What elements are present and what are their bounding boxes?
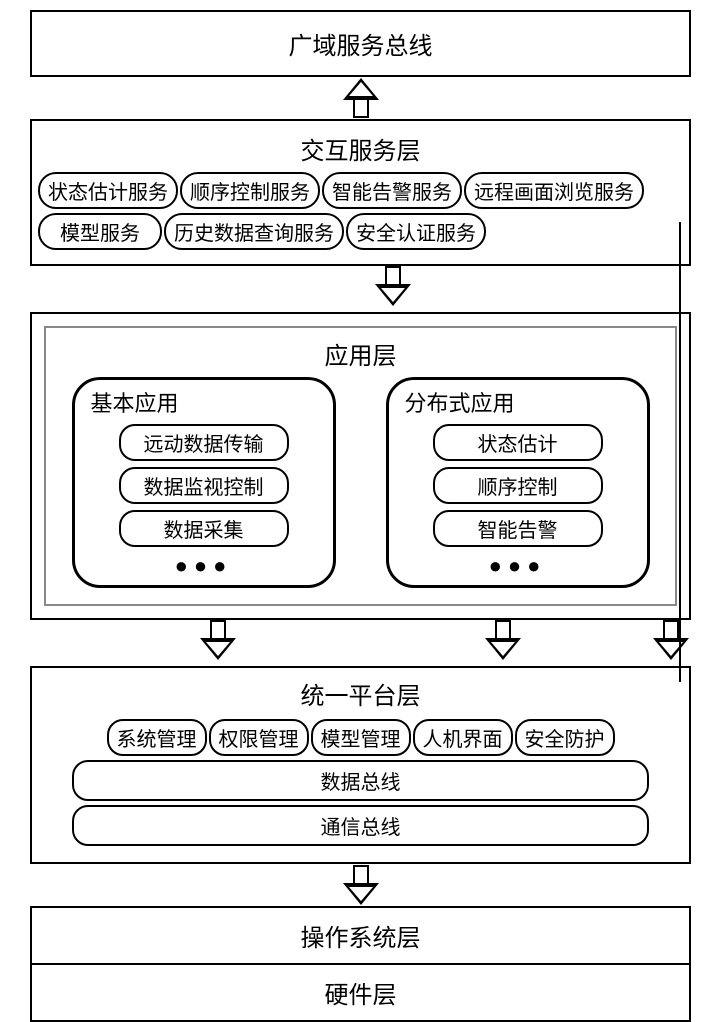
application-layer: 应用层 基本应用 远动数据传输 数据监视控制 数据采集 ●●● 分布式应用 状态…: [30, 312, 691, 620]
platform-title: 统一平台层: [72, 674, 649, 719]
basic-app-title: 基本应用: [85, 386, 323, 424]
plat-perm-mgmt: 权限管理: [209, 719, 309, 756]
plat-hmi: 人机界面: [413, 719, 513, 756]
plat-security: 安全防护: [515, 719, 615, 756]
application-title: 应用层: [66, 334, 655, 377]
arrows-app-to-platform: [30, 620, 691, 666]
basic-item-0: 远动数据传输: [119, 424, 289, 461]
plat-data-bus: 数据总线: [72, 760, 649, 801]
application-inner-frame: 应用层 基本应用 远动数据传输 数据监视控制 数据采集 ●●● 分布式应用 状态…: [44, 326, 677, 606]
os-title: 操作系统层: [32, 908, 689, 963]
basic-app-box: 基本应用 远动数据传输 数据监视控制 数据采集 ●●●: [72, 377, 336, 588]
wan-bus-title: 广域服务总线: [32, 12, 689, 75]
basic-item-2: 数据采集: [119, 510, 289, 547]
arrow-platform-to-os: [30, 864, 691, 906]
service-state-estimate: 状态估计服务: [38, 172, 178, 209]
service-history-query: 历史数据查询服务: [164, 213, 344, 250]
service-model: 模型服务: [38, 213, 162, 250]
os-hardware-layer: 操作系统层 硬件层: [30, 906, 691, 1022]
plat-model-mgmt: 模型管理: [311, 719, 411, 756]
basic-item-1: 数据监视控制: [119, 467, 289, 504]
dist-item-2: 智能告警: [433, 510, 603, 547]
dist-more-icon: ●●●: [399, 553, 637, 579]
basic-more-icon: ●●●: [85, 553, 323, 579]
plat-comm-bus: 通信总线: [72, 805, 649, 846]
wan-bus-layer: 广域服务总线: [30, 10, 691, 77]
right-connector-line: [679, 222, 681, 682]
plat-sys-mgmt: 系统管理: [107, 719, 207, 756]
platform-layer: 统一平台层 系统管理 权限管理 模型管理 人机界面 安全防护 数据总线 通信总线: [30, 666, 691, 864]
distributed-app-box: 分布式应用 状态估计 顺序控制 智能告警 ●●●: [386, 377, 650, 588]
interaction-layer: 交互服务层 状态估计服务 顺序控制服务 智能告警服务 远程画面浏览服务 模型服务…: [30, 119, 691, 266]
distributed-app-title: 分布式应用: [399, 386, 637, 424]
service-smart-alarm: 智能告警服务: [322, 172, 462, 209]
dist-item-1: 顺序控制: [433, 467, 603, 504]
service-security-auth: 安全认证服务: [346, 213, 486, 250]
service-remote-browse: 远程画面浏览服务: [464, 172, 644, 209]
arrow-to-wan: [30, 77, 691, 119]
arrows-interaction-to-app: [30, 266, 691, 312]
interaction-title: 交互服务层: [38, 127, 683, 172]
dist-item-0: 状态估计: [433, 424, 603, 461]
hardware-title: 硬件层: [32, 963, 689, 1020]
service-sequence-control: 顺序控制服务: [180, 172, 320, 209]
